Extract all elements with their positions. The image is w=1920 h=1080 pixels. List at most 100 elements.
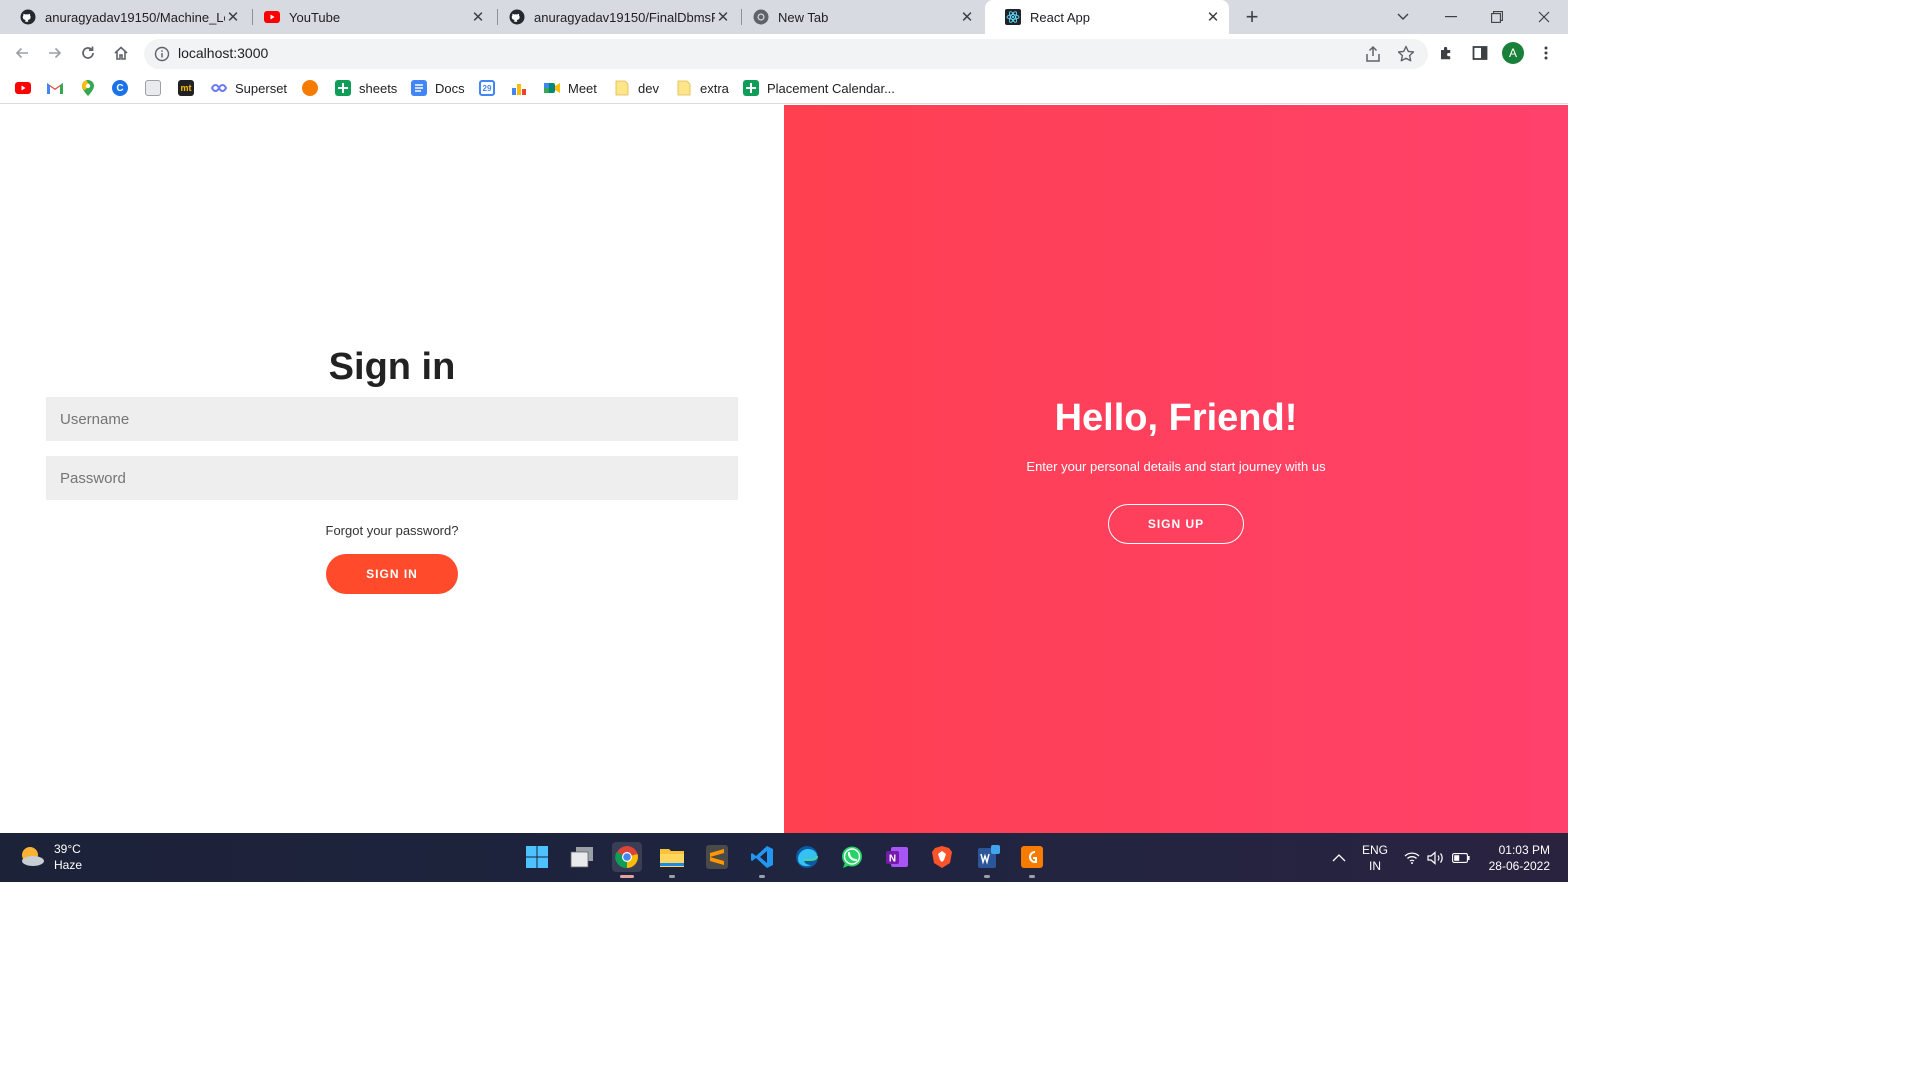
username-input[interactable]: [46, 397, 738, 441]
system-clock[interactable]: 01:03 PM 28-06-2022: [1482, 842, 1550, 874]
tab-github-machine-learning[interactable]: anuragyadav19150/Machine_Lea ✕: [0, 0, 249, 34]
weather-haze-icon: [18, 843, 46, 871]
close-icon[interactable]: ✕: [470, 9, 486, 26]
share-icon[interactable]: [1364, 45, 1382, 63]
bookmark-label: Docs: [435, 80, 465, 96]
back-arrow-icon[interactable]: [9, 40, 35, 66]
word-icon[interactable]: [972, 842, 1002, 872]
language-code: ENG: [1361, 843, 1388, 857]
fox-icon: [302, 80, 318, 96]
bookmark-docs[interactable]: Docs: [411, 78, 465, 98]
tab-new-tab[interactable]: New Tab ✕: [733, 0, 983, 34]
bookmark-folder-dev[interactable]: dev: [614, 78, 659, 98]
signup-button[interactable]: SIGN UP: [1108, 504, 1244, 544]
wifi-icon[interactable]: [1402, 833, 1422, 882]
bookmark-maps[interactable]: [80, 78, 96, 98]
side-panel-icon[interactable]: [1467, 40, 1493, 66]
chrome-running-indicator: [620, 875, 634, 878]
bookmark-calendar[interactable]: 29: [479, 78, 495, 98]
battery-icon[interactable]: [1450, 833, 1472, 882]
window-close-icon[interactable]: [1521, 0, 1567, 34]
calendar-icon: 29: [479, 80, 495, 96]
forward-arrow-icon[interactable]: [42, 40, 68, 66]
task-view-icon[interactable]: [567, 842, 597, 872]
bookmark-label: Meet: [568, 80, 597, 96]
close-icon[interactable]: ✕: [225, 9, 241, 26]
bookmark-superset[interactable]: Superset: [211, 78, 287, 98]
menu-kebab-icon[interactable]: [1533, 40, 1559, 66]
youtube-icon: [264, 9, 280, 25]
bookmark-meet[interactable]: Meet: [544, 78, 597, 98]
explorer-running-indicator: [669, 875, 675, 878]
weather-temperature: 39°C: [54, 842, 81, 856]
new-tab-plus-icon[interactable]: +: [1240, 4, 1264, 29]
clock-time: 01:03 PM: [1498, 843, 1550, 857]
github-icon: [509, 9, 525, 25]
onenote-icon[interactable]: N: [882, 842, 912, 872]
weather-description: Haze: [54, 858, 83, 872]
bookmark-sheets[interactable]: sheets: [335, 78, 397, 98]
minimize-icon[interactable]: [1428, 0, 1474, 34]
bookmark-label: dev: [638, 80, 659, 96]
home-icon[interactable]: [108, 40, 134, 66]
file-explorer-icon[interactable]: [657, 842, 687, 872]
chrome-icon: [753, 9, 769, 25]
forgot-password-link[interactable]: Forgot your password?: [0, 523, 784, 538]
close-icon[interactable]: ✕: [1205, 9, 1221, 26]
sublime-text-icon[interactable]: [702, 842, 732, 872]
address-bar[interactable]: localhost:3000: [144, 39, 1428, 69]
bookmark-page[interactable]: [145, 78, 161, 98]
close-icon[interactable]: ✕: [715, 9, 731, 26]
tab-title: anuragyadav19150/Machine_Lea: [45, 9, 225, 25]
edge-icon[interactable]: [792, 842, 822, 872]
tab-title: New Tab: [778, 9, 829, 25]
bookmark-label: Superset: [235, 80, 288, 96]
bookmark-mt[interactable]: mt: [178, 78, 194, 98]
github-icon: [20, 9, 36, 25]
signin-button[interactable]: SIGN IN: [326, 554, 458, 594]
extensions-puzzle-icon[interactable]: [1434, 40, 1460, 66]
bookmark-fox[interactable]: [302, 78, 318, 98]
whatsapp-icon[interactable]: [837, 842, 867, 872]
page-icon: [145, 80, 161, 96]
volume-icon[interactable]: [1426, 833, 1446, 882]
tab-title: React App: [1030, 9, 1090, 25]
tab-github-finaldbms[interactable]: anuragyadav19150/FinalDbmsPr ✕: [489, 0, 739, 34]
password-input[interactable]: [46, 456, 738, 500]
site-info-icon[interactable]: [154, 46, 170, 62]
pdf-reader-icon[interactable]: [1017, 842, 1047, 872]
tab-youtube[interactable]: YouTube ✕: [244, 0, 494, 34]
profile-avatar[interactable]: A: [1502, 42, 1524, 64]
page-viewport: Sign in Forgot your password? SIGN IN He…: [0, 105, 1568, 833]
tab-title: anuragyadav19150/FinalDbmsPr: [534, 9, 715, 25]
bookmark-star-icon[interactable]: [1396, 44, 1416, 64]
input-language-indicator[interactable]: ENG IN: [1360, 842, 1390, 874]
tab-search-chevron-icon[interactable]: [1380, 0, 1426, 34]
bookmark-c[interactable]: C: [112, 78, 128, 98]
bookmark-folder-extra[interactable]: extra: [676, 78, 729, 98]
bookmark-label: sheets: [359, 80, 398, 96]
vscode-icon[interactable]: [747, 842, 777, 872]
c-icon: C: [112, 80, 128, 96]
vscode-running-indicator: [759, 875, 765, 878]
signup-overlay-panel: Hello, Friend! Enter your personal detai…: [784, 105, 1568, 833]
bookmark-analytics[interactable]: [511, 78, 527, 98]
youtube-icon: [15, 80, 31, 96]
weather-widget[interactable]: 39°C Haze: [18, 841, 82, 873]
windows-taskbar: 39°C Haze N ENG IN 01:03 PM 28-06-2022: [0, 833, 1568, 882]
show-hidden-icons-chevron-icon[interactable]: [1328, 833, 1350, 882]
meet-icon: [544, 80, 560, 96]
brave-icon[interactable]: [927, 842, 957, 872]
chrome-taskbar-icon[interactable]: [612, 842, 642, 872]
bookmark-youtube[interactable]: [15, 78, 31, 98]
bookmark-gmail[interactable]: [47, 78, 63, 98]
close-icon[interactable]: ✕: [959, 9, 975, 26]
region-code: IN: [1369, 859, 1381, 873]
bookmark-placement-calendar[interactable]: Placement Calendar...: [743, 78, 895, 98]
reload-icon[interactable]: [75, 40, 101, 66]
windows-start-icon[interactable]: [522, 842, 552, 872]
sheets-icon: [743, 80, 759, 96]
restore-icon[interactable]: [1474, 0, 1520, 34]
word-running-indicator: [984, 875, 990, 878]
tab-react-app[interactable]: React App ✕: [985, 0, 1229, 34]
